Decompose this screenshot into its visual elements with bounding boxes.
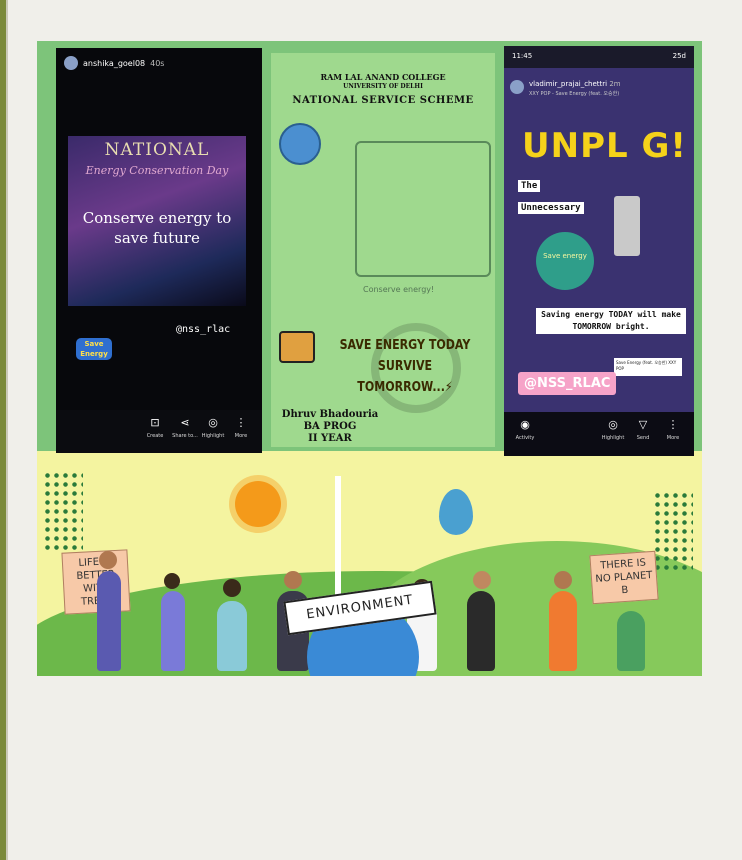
username: anshika_goel08 bbox=[83, 58, 146, 68]
university-line: UNIVERSITY OF DELHI bbox=[343, 83, 423, 90]
poster: NATIONAL Energy Conservation Day Conserv… bbox=[68, 136, 246, 306]
scheme-title: NATIONAL SERVICE SCHEME bbox=[292, 95, 474, 106]
plug-icon bbox=[614, 196, 640, 256]
avatar bbox=[64, 56, 78, 70]
saving-energy-message: Saving energy TODAY will make TOMORROW b… bbox=[536, 308, 686, 334]
author-credit: Dhruv Bhadouria BA PROG II YEAR bbox=[275, 409, 385, 445]
sun-icon bbox=[235, 481, 281, 527]
dot-pattern bbox=[43, 471, 83, 551]
person-head bbox=[164, 573, 180, 589]
water-drop-icon bbox=[439, 489, 473, 535]
story-user: vladimir_prajai_chettri 2m XXY POP - Sav… bbox=[510, 80, 621, 97]
environment-illustration: LIFE IS BETTER WITH TREES THERE IS NO PL… bbox=[37, 451, 702, 676]
send-button[interactable]: ▽ Send bbox=[626, 418, 660, 441]
person-figure bbox=[467, 591, 495, 671]
author-name: Dhruv Bhadouria bbox=[281, 409, 379, 420]
avatar-icon: ◉ bbox=[520, 418, 530, 431]
poster-title: NATIONAL bbox=[104, 140, 210, 160]
poster-panel-2: RAM LAL ANAND COLLEGE UNIVERSITY OF DELH… bbox=[271, 53, 495, 447]
story-user: anshika_goel08 40s bbox=[64, 56, 164, 70]
unnecessary-label: Unnecessary bbox=[518, 202, 584, 214]
battery-status: 25d bbox=[672, 52, 686, 60]
send-icon: ▽ bbox=[638, 418, 648, 431]
create-icon: ⊡ bbox=[150, 416, 160, 429]
avatar bbox=[510, 80, 524, 94]
unplug-headline: UNPL G! bbox=[522, 126, 687, 166]
collage-image: LIFE IS BETTER WITH TREES THERE IS NO PL… bbox=[37, 41, 702, 676]
save-energy-badge: Save energy bbox=[536, 232, 594, 290]
person-head bbox=[99, 551, 117, 569]
author-year: II YEAR bbox=[308, 433, 352, 444]
poster-subtitle: Energy Conservation Day bbox=[85, 164, 229, 177]
poster-handle: @nss_rlac bbox=[176, 324, 231, 335]
story-action-bar: ⊡ Create ⋖ Share to... ◎ Highlight ⋮ More bbox=[56, 410, 262, 453]
highlight-icon: ◎ bbox=[608, 418, 618, 431]
song-title: XXY POP - Save Energy (feat. 오승한) bbox=[529, 91, 620, 97]
person-figure bbox=[549, 591, 577, 671]
person-figure bbox=[617, 611, 645, 671]
timestamp: 2m bbox=[609, 80, 621, 88]
person-figure bbox=[161, 591, 185, 671]
person-head bbox=[554, 571, 572, 589]
slogan-line-1: SAVE ENERGY TODAY bbox=[339, 338, 471, 353]
more-icon: ⋮ bbox=[235, 416, 247, 429]
person-head bbox=[223, 579, 241, 597]
wind-turbine-icon bbox=[335, 476, 341, 596]
save-energy-sticker: Save Energy bbox=[76, 338, 112, 360]
page-left-rule-shadow bbox=[6, 0, 8, 860]
college-line: RAM LAL ANAND COLLEGE bbox=[320, 72, 446, 82]
phone-status-bar: 11:45 25d bbox=[504, 46, 694, 68]
poster-tagline: Conserve energy to save future bbox=[82, 209, 232, 247]
lightbulb-globe-icon bbox=[279, 123, 321, 165]
music-sticker[interactable]: Save Energy (feat. 오승한) XXY POP bbox=[614, 358, 682, 376]
person-head bbox=[284, 571, 302, 589]
dot-pattern bbox=[653, 491, 693, 571]
username: vladimir_prajai_chettri bbox=[529, 80, 608, 88]
more-icon: ⋮ bbox=[667, 418, 679, 431]
story-action-bar: ◉ Activity ◎ Highlight ▽ Send ⋮ More bbox=[504, 412, 694, 456]
person-thinking-illustration bbox=[355, 141, 491, 277]
highlight-button[interactable]: ◎ Highlight bbox=[596, 418, 630, 441]
more-button[interactable]: ⋮ More bbox=[224, 416, 258, 439]
clock: 11:45 bbox=[512, 52, 533, 60]
author-course: BA PROG bbox=[303, 421, 357, 432]
timestamp: 40s bbox=[150, 58, 165, 68]
person-head bbox=[473, 571, 491, 589]
create-button[interactable]: ⊡ Create bbox=[138, 416, 172, 439]
story-panel-3: 11:45 25d vladimir_prajai_chettri 2m XXY… bbox=[504, 46, 694, 456]
plug-socket-icon bbox=[279, 331, 315, 363]
story-panel-1: anshika_goel08 40s NATIONAL Energy Conse… bbox=[56, 48, 262, 453]
person-figure bbox=[97, 571, 121, 671]
college-name: RAM LAL ANAND COLLEGE UNIVERSITY OF DELH… bbox=[271, 73, 495, 91]
mention-tag[interactable]: @NSS_RLAC bbox=[518, 372, 617, 395]
person-figure bbox=[217, 601, 247, 671]
slogan-line-2: SURVIVE TOMORROW...⚡ bbox=[357, 359, 453, 395]
the-label: The bbox=[518, 180, 541, 192]
more-button[interactable]: ⋮ More bbox=[656, 418, 690, 441]
save-energy-slogan: SAVE ENERGY TODAY SURVIVE TOMORROW...⚡ bbox=[329, 335, 482, 398]
activity-button[interactable]: ◉ Activity bbox=[508, 418, 542, 441]
conserve-caption: Conserve energy! bbox=[363, 285, 435, 294]
protest-sign-right: THERE IS NO PLANET B bbox=[589, 550, 659, 605]
